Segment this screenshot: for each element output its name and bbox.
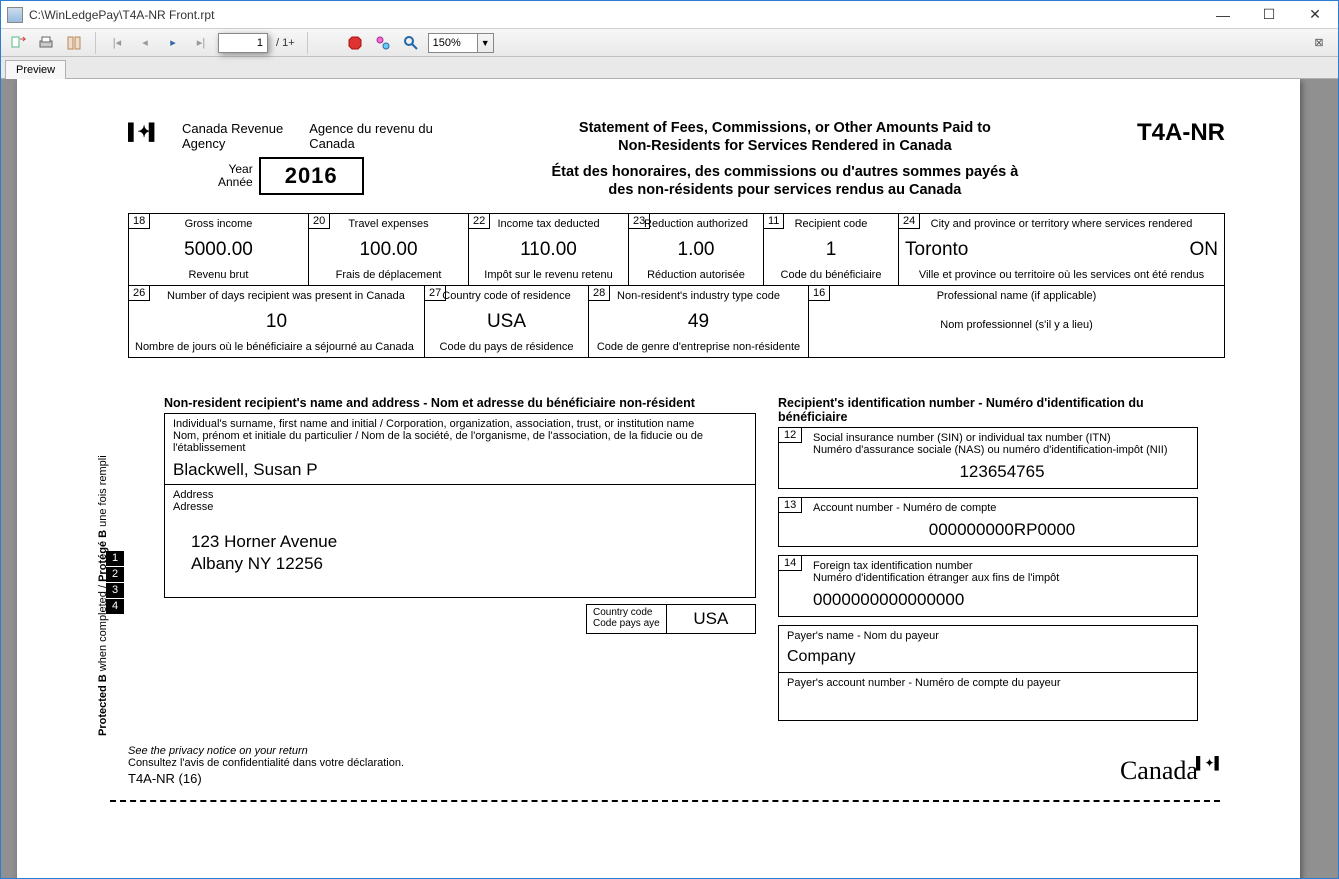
box-23-value: 1.00: [635, 239, 757, 261]
maximize-button[interactable]: ☐: [1246, 1, 1292, 29]
find-button[interactable]: [400, 32, 422, 54]
payer-account-box: Payer's account number - Numéro de compt…: [778, 673, 1198, 721]
box-12-value: 123654765: [813, 462, 1191, 482]
report-page: ▌✦▌ Canada RevenueAgency Agence du reven…: [17, 79, 1300, 878]
recipient-name-box: Individual's surname, first name and ini…: [164, 413, 756, 485]
box-20-value: 100.00: [315, 239, 462, 261]
tab-bar: Preview: [1, 57, 1338, 79]
recipient-section: Protected B when completed / Protégé B u…: [128, 396, 756, 729]
zoom-dropdown-icon[interactable]: ▼: [477, 34, 493, 52]
payer-name-value: Company: [787, 648, 1191, 666]
parameters-button[interactable]: [372, 32, 394, 54]
prev-page-button[interactable]: ◂: [134, 32, 156, 54]
payer-name-box: Payer's name - Nom du payeur Company: [778, 625, 1198, 673]
title-bar: C:\WinLedgePay\T4A-NR Front.rpt — ☐ ✕: [1, 1, 1338, 29]
footer-notes: See the privacy notice on your return Co…: [128, 745, 1225, 769]
app-icon: [7, 7, 23, 23]
export-button[interactable]: [7, 32, 29, 54]
amounts-row-1: 18Gross income5000.00Revenu brut 20Trave…: [128, 213, 1225, 286]
canada-flag-icon: ▌✦▌: [128, 121, 172, 143]
identification-section: Recipient's identification number - Numé…: [778, 396, 1198, 729]
recipient-address-box: Address Adresse 123 Horner Avenue Albany…: [164, 485, 756, 598]
address-line-2: Albany NY 12256: [191, 553, 747, 575]
form-version: T4A-NR (16): [128, 771, 1225, 786]
box-22-value: 110.00: [475, 239, 622, 261]
box-12: 12 Social insurance number (SIN) or indi…: [778, 427, 1198, 489]
tab-preview[interactable]: Preview: [5, 60, 66, 79]
first-page-button[interactable]: |◂: [106, 32, 128, 54]
page-number-input[interactable]: [218, 33, 268, 53]
box-24-value: TorontoON: [905, 239, 1218, 261]
year-value: 2016: [259, 157, 364, 195]
form-code: T4A-NR: [1137, 119, 1225, 147]
box-14-value: 0000000000000000: [813, 590, 1191, 610]
box-14: 14 Foreign tax identification number Num…: [778, 555, 1198, 617]
page-total-label: / 1+: [274, 37, 297, 49]
year-label: YearAnnée: [218, 163, 253, 189]
recipient-name: Blackwell, Susan P: [173, 460, 747, 480]
minimize-button[interactable]: —: [1200, 1, 1246, 29]
toolbar: |◂ ◂ ▸ ▸| / 1+ ▼ ⊠: [1, 29, 1338, 57]
report-viewport: ▌✦▌ Canada RevenueAgency Agence du reven…: [1, 79, 1338, 878]
t4a-nr-form: ▌✦▌ Canada RevenueAgency Agence du reven…: [128, 119, 1225, 802]
amounts-row-2: 26Number of days recipient was present i…: [128, 286, 1225, 358]
canada-wordmark: Canada▌✦▌: [1120, 756, 1225, 786]
box-27-value: USA: [431, 311, 582, 333]
close-pane-button[interactable]: ⊠: [1310, 34, 1328, 52]
box-28-value: 49: [595, 311, 802, 333]
window-title: C:\WinLedgePay\T4A-NR Front.rpt: [29, 8, 1200, 22]
next-page-button[interactable]: ▸: [162, 32, 184, 54]
address-line-1: 123 Horner Avenue: [191, 531, 747, 553]
zoom-select[interactable]: ▼: [428, 33, 494, 53]
box-13-value: 000000000RP0000: [813, 520, 1191, 540]
country-code-value: USA: [667, 605, 755, 633]
agency-en: Canada RevenueAgency: [182, 121, 283, 151]
copy-marks: 1 2 3 4: [106, 551, 124, 615]
tear-line: [110, 800, 1220, 802]
box-18-value: 5000.00: [135, 239, 302, 261]
close-button[interactable]: ✕: [1292, 1, 1338, 29]
box-11-value: 1: [770, 239, 892, 261]
box-26-value: 10: [135, 311, 418, 333]
print-button[interactable]: [35, 32, 57, 54]
stop-button[interactable]: [344, 32, 366, 54]
last-page-button[interactable]: ▸|: [190, 32, 212, 54]
agency-fr: Agence du revenu duCanada: [309, 121, 433, 151]
box-13: 13 Account number - Numéro de compte 000…: [778, 497, 1198, 547]
refresh-button[interactable]: [63, 32, 85, 54]
report-viewer-window: C:\WinLedgePay\T4A-NR Front.rpt — ☐ ✕ |◂…: [0, 0, 1339, 879]
country-code-box: Country codeCode pays aye USA: [586, 604, 756, 634]
zoom-input[interactable]: [429, 34, 477, 52]
form-title: Statement of Fees, Commissions, or Other…: [433, 119, 1137, 199]
